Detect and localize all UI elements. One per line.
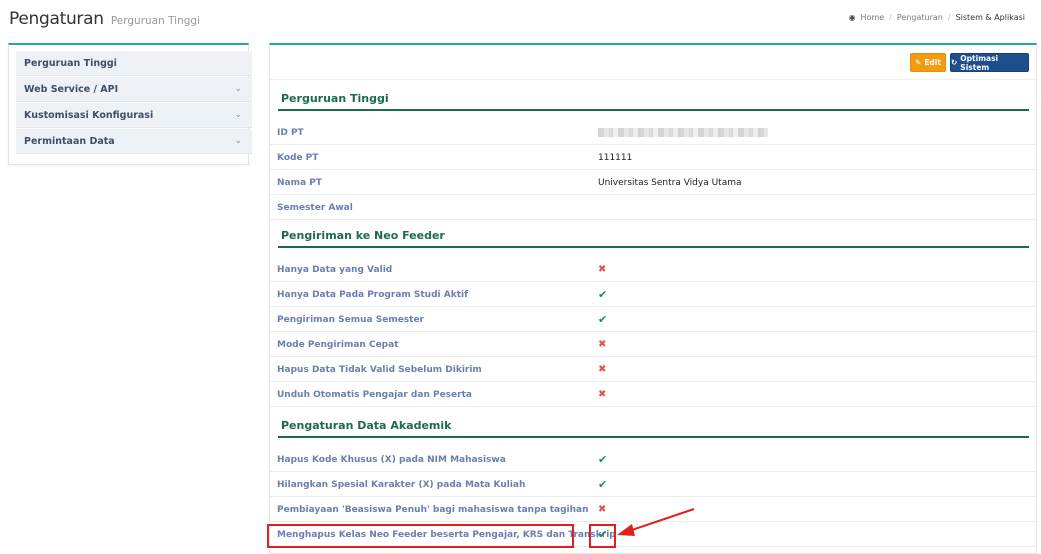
- table-row: Hapus Kode Khusus (X) pada NIM Mahasiswa…: [270, 447, 1036, 472]
- sidebar-item-web-service[interactable]: Web Service / API ⌄: [16, 77, 252, 102]
- cross-icon: ✖: [598, 504, 607, 515]
- row-label: Hapus Data Tidak Valid Sebelum Dikirim: [277, 364, 482, 375]
- row-label: Hanya Data Pada Program Studi Aktif: [277, 289, 469, 300]
- status-cell: ✖: [598, 382, 606, 407]
- check-icon: ✔: [598, 453, 608, 466]
- check-icon: ✔: [598, 288, 608, 301]
- row-label: Pembiayaan 'Beasiswa Penuh' bagi mahasis…: [277, 504, 589, 515]
- edit-button-label: Edit: [924, 58, 941, 67]
- table-row: Mode Pengiriman Cepat ✖: [270, 332, 1036, 357]
- row-label: Hapus Kode Khusus (X) pada NIM Mahasiswa: [277, 454, 506, 465]
- table-row: Nama PT Universitas Sentra Vidya Utama: [270, 170, 1036, 195]
- row-label: Mode Pengiriman Cepat: [277, 339, 399, 350]
- cross-icon: ✖: [598, 264, 607, 275]
- section-title-perguruan-tinggi: Perguruan Tinggi: [278, 89, 1029, 111]
- table-row: Hanya Data Pada Program Studi Aktif ✔: [270, 282, 1036, 307]
- status-cell: ✖: [598, 497, 606, 522]
- chevron-down-icon: ⌄: [234, 84, 242, 94]
- status-cell: ✔: [598, 472, 607, 497]
- refresh-icon: ↻: [951, 58, 958, 67]
- breadcrumb-separator: /: [889, 13, 892, 22]
- toolbar: ✎ Edit ↻ Optimasi Sistem: [270, 45, 1036, 80]
- row-label: Unduh Otomatis Pengajar dan Peserta: [277, 389, 472, 400]
- check-icon: ✔: [598, 478, 608, 491]
- redacted-value: [598, 128, 768, 137]
- table-row: Semester Awal: [270, 195, 1036, 220]
- check-icon: ✔: [598, 313, 608, 326]
- cross-icon: ✖: [598, 364, 607, 375]
- optimize-system-button[interactable]: ↻ Optimasi Sistem: [950, 53, 1029, 72]
- section-title-neo-feeder: Pengiriman ke Neo Feeder: [278, 226, 1029, 248]
- table-row: Unduh Otomatis Pengajar dan Peserta ✖: [270, 382, 1036, 407]
- breadcrumb-current: Sistem & Aplikasi: [955, 13, 1025, 22]
- sidebar-item-perguruan-tinggi[interactable]: Perguruan Tinggi: [16, 51, 252, 76]
- sidebar: Perguruan Tinggi Web Service / API ⌄ Kus…: [8, 43, 252, 165]
- sidebar-item-label: Kustomisasi Konfigurasi: [24, 109, 154, 121]
- row-label: Semester Awal: [277, 202, 353, 213]
- row-label: Hilangkan Spesial Karakter (X) pada Mata…: [277, 479, 526, 490]
- cross-icon: ✖: [598, 339, 607, 350]
- section-title-data-akademik: Pengaturan Data Akademik: [278, 416, 1029, 438]
- sidebar-item-label: Web Service / API: [24, 83, 119, 95]
- edit-button[interactable]: ✎ Edit: [910, 53, 946, 72]
- breadcrumb: ◉ Home / Pengaturan / Sistem & Aplikasi: [849, 13, 1025, 22]
- sidebar-item-kustomisasi[interactable]: Kustomisasi Konfigurasi ⌄: [16, 103, 252, 128]
- sidebar-item-permintaan-data[interactable]: Permintaan Data ⌄: [16, 129, 252, 154]
- row-value: Universitas Sentra Vidya Utama: [598, 177, 742, 188]
- status-cell: ✔: [598, 447, 607, 472]
- status-cell: ✔: [598, 282, 607, 307]
- table-row: ID PT: [270, 120, 1036, 145]
- highlight-box-status: [589, 524, 616, 548]
- chevron-down-icon: ⌄: [234, 110, 242, 120]
- cross-icon: ✖: [598, 389, 607, 400]
- breadcrumb-separator: /: [947, 13, 951, 22]
- home-icon[interactable]: ◉: [849, 13, 856, 22]
- row-label: Pengiriman Semua Semester: [277, 314, 424, 325]
- status-cell: ✖: [598, 332, 606, 357]
- table-row: Pengiriman Semua Semester ✔: [270, 307, 1036, 332]
- page-header: Pengaturan Perguruan Tinggi ◉ Home / Pen…: [0, 0, 1041, 38]
- table-row: Kode PT 111111: [270, 145, 1036, 170]
- page-title: Pengaturan Perguruan Tinggi: [9, 9, 200, 29]
- row-value-redacted: [598, 120, 768, 145]
- status-cell: ✖: [598, 257, 606, 282]
- sidebar-item-label: Permintaan Data: [24, 135, 115, 147]
- page-subtitle: Perguruan Tinggi: [110, 15, 201, 27]
- breadcrumb-pengaturan[interactable]: Pengaturan: [897, 13, 943, 22]
- row-label: Kode PT: [277, 152, 319, 163]
- table-row: Pembiayaan 'Beasiswa Penuh' bagi mahasis…: [270, 497, 1036, 522]
- status-cell: ✖: [598, 357, 606, 382]
- chevron-down-icon: ⌄: [234, 136, 242, 146]
- table-row: Hanya Data yang Valid ✖: [270, 257, 1036, 282]
- row-label: Hanya Data yang Valid: [277, 264, 393, 275]
- row-label: ID PT: [277, 127, 304, 138]
- sidebar-item-label: Perguruan Tinggi: [24, 57, 117, 69]
- pencil-icon: ✎: [915, 58, 922, 67]
- status-cell: ✔: [598, 307, 607, 332]
- row-value: 111111: [598, 152, 633, 163]
- breadcrumb-home[interactable]: Home: [861, 13, 885, 22]
- settings-panel: ✎ Edit ↻ Optimasi Sistem Perguruan Tingg…: [269, 43, 1037, 554]
- table-row: Hapus Data Tidak Valid Sebelum Dikirim ✖: [270, 357, 1036, 382]
- table-row: Hilangkan Spesial Karakter (X) pada Mata…: [270, 472, 1036, 497]
- page-title-text: Pengaturan: [9, 9, 104, 29]
- highlight-box-label: [267, 524, 574, 548]
- optimize-button-label: Optimasi Sistem: [960, 53, 999, 72]
- row-label: Nama PT: [277, 177, 322, 188]
